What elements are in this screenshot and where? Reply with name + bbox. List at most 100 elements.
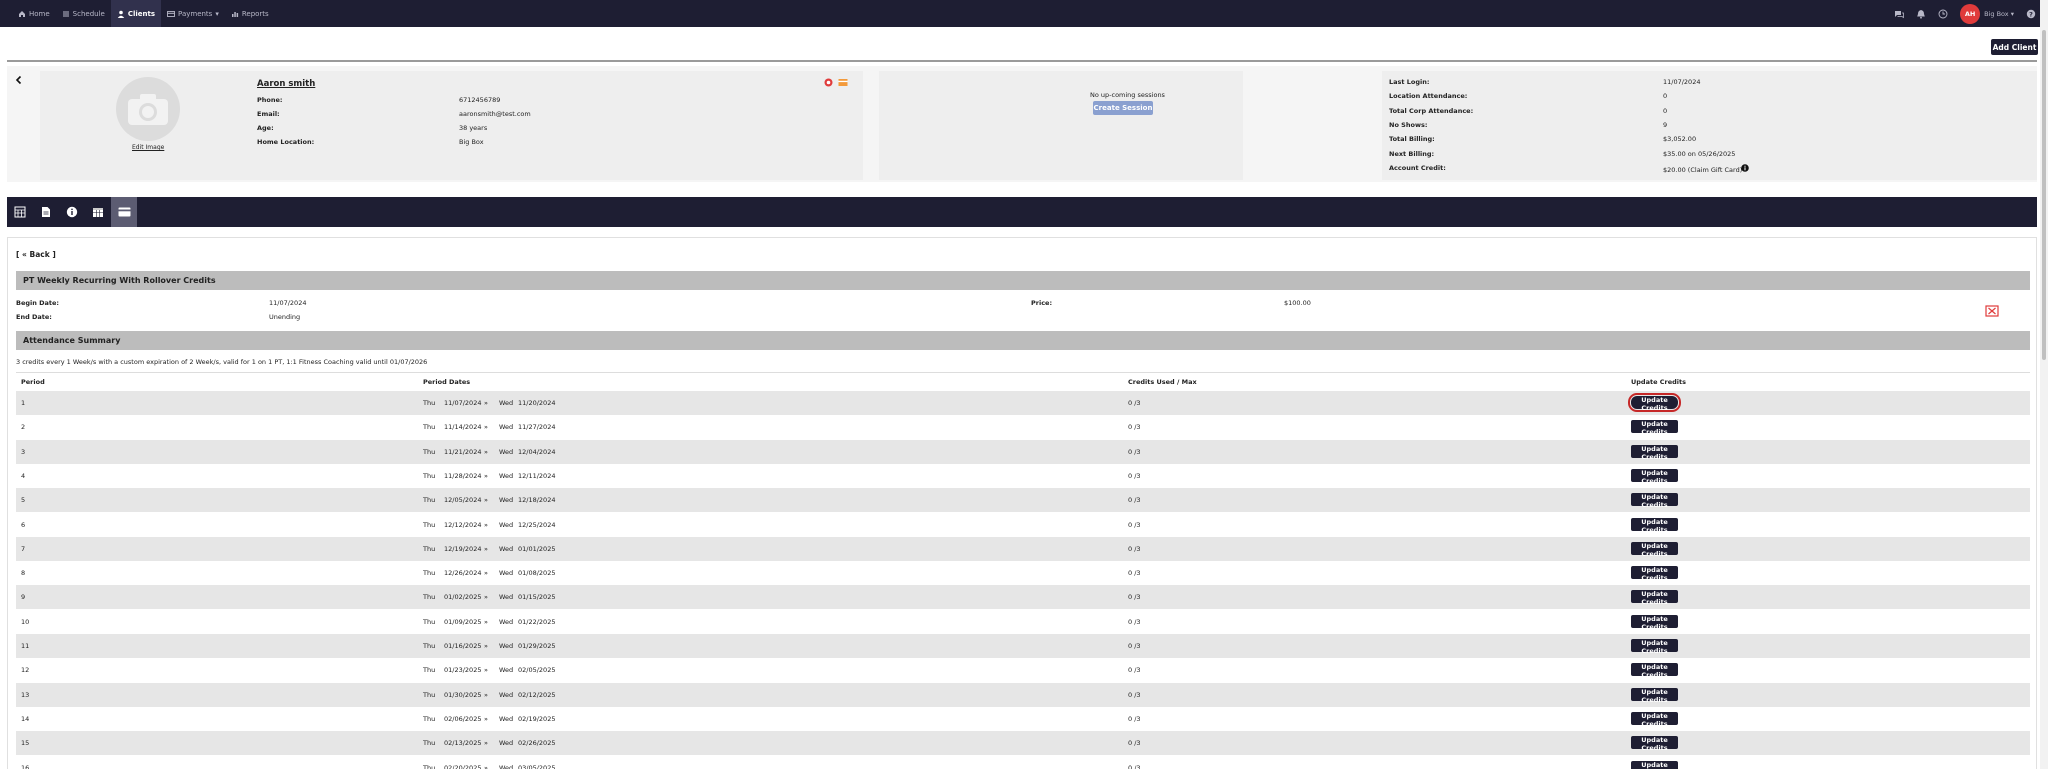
tab-calendar-icon[interactable]	[85, 197, 111, 227]
top-nav: Home Schedule Clients Payments ▾ Reports…	[0, 0, 2048, 27]
tab-table-icon[interactable]	[7, 197, 33, 227]
cell-arrow: »	[484, 399, 488, 407]
client-name[interactable]: Aaron smith	[257, 79, 315, 89]
cell-end-day: Wed	[499, 739, 514, 748]
cell-end-date: 11/20/2024	[518, 399, 556, 407]
cell-end-day: Wed	[499, 714, 514, 723]
cell-credits: 0 /3	[1128, 471, 1141, 480]
update-credits-button[interactable]: Update Credits	[1631, 614, 1678, 631]
edit-image-link[interactable]: Edit Image	[132, 144, 164, 151]
update-credits-button[interactable]: Update Credits	[1631, 711, 1678, 728]
nav-reports[interactable]: Reports	[225, 0, 275, 27]
update-credits-button[interactable]: Update Credits	[1631, 566, 1678, 582]
nav-clients-label: Clients	[127, 9, 156, 18]
cell-start-day: Thu	[423, 496, 436, 505]
update-credits-button[interactable]: Update Credits	[1631, 639, 1678, 655]
alert-icon[interactable]	[824, 78, 833, 87]
update-credits-button[interactable]: Update Credits	[1631, 493, 1678, 509]
cell-credits: 0 /3	[1128, 617, 1141, 626]
tab-document-icon[interactable]	[33, 197, 59, 227]
nav-clients[interactable]: Clients	[110, 0, 162, 27]
add-client-button[interactable]: Add Client	[1991, 39, 2038, 55]
card-icon[interactable]	[838, 78, 848, 87]
update-credits-button[interactable]: Update Credits	[1631, 420, 1678, 436]
update-credits-button[interactable]: Update Credits	[1631, 736, 1678, 752]
update-credits-button[interactable]: Update Credits	[1628, 393, 1681, 412]
update-credits-button[interactable]: Update Credits	[1631, 541, 1678, 558]
nav-home[interactable]: Home	[12, 0, 56, 27]
cell-start-day: Thu	[423, 471, 436, 480]
nav-payments[interactable]: Payments ▾	[161, 0, 225, 27]
cell-start-date: 11/21/2024	[444, 447, 482, 456]
cell-period: 11	[21, 642, 30, 650]
back-chevron-icon[interactable]	[14, 75, 24, 85]
price-label: Price:	[1031, 299, 1053, 307]
cell-period: 5	[21, 496, 26, 505]
cell-end-day: Wed	[499, 447, 514, 456]
location-label: Big Box	[1984, 9, 2009, 18]
tab-info-icon[interactable]	[59, 197, 85, 227]
table-row: 1 Thu 11/07/2024» Wed 11/20/2024 0 /3 Update C…	[16, 391, 2030, 415]
cell-start-date: 11/14/2024	[444, 423, 482, 432]
cell-arrow: »	[484, 447, 488, 456]
divider	[7, 60, 2037, 62]
cell-start-date: 12/12/2024	[444, 520, 482, 529]
cell-arrow: »	[484, 544, 488, 553]
info-icon[interactable]	[1741, 164, 1749, 172]
cell-period: 7	[21, 544, 26, 553]
cell-period: 3	[21, 447, 26, 456]
help-icon[interactable]: ?	[2026, 9, 2036, 19]
scrollbar-thumb[interactable]	[2042, 30, 2046, 360]
camera-icon[interactable]	[116, 77, 180, 141]
update-credits-button[interactable]: Update Credits	[1631, 687, 1678, 704]
clock-icon[interactable]	[1938, 9, 1948, 19]
update-credits-button[interactable]: Update Credits	[1631, 468, 1678, 485]
cell-start-date: 12/19/2024	[444, 544, 482, 553]
cell-arrow: »	[484, 471, 488, 480]
cell-credits: 0 /3	[1128, 714, 1141, 723]
cell-end-date: 12/25/2024	[518, 520, 556, 529]
update-credits-button[interactable]: Update Credits	[1631, 760, 1678, 769]
avatar[interactable]: AH	[1960, 3, 1981, 24]
cell-credits: 0 /3	[1128, 496, 1141, 505]
location-attendance-label: Location Attendance:	[1389, 92, 1468, 100]
bell-icon[interactable]	[1916, 9, 1926, 19]
back-link[interactable]: [ « Back ]	[16, 250, 56, 259]
cell-arrow: »	[484, 666, 488, 675]
cell-end-day: Wed	[499, 617, 514, 626]
location-switcher[interactable]: Big Box ▾	[1984, 10, 2014, 18]
last-login-value: 11/07/2024	[1663, 78, 1701, 86]
cell-start-day: Thu	[423, 544, 436, 553]
corp-attendance-label: Total Corp Attendance:	[1389, 107, 1474, 115]
update-credits-button[interactable]: Update Credits	[1631, 663, 1678, 679]
age-label: Age:	[257, 124, 274, 132]
update-credits-button[interactable]: Update Credits	[1631, 590, 1678, 606]
table-row: 4 Thu 11/28/2024» Wed 12/11/2024 0 /3 Update C…	[16, 464, 2030, 488]
cell-start-day: Thu	[423, 690, 436, 699]
update-credits-button[interactable]: Update Credits	[1631, 444, 1678, 461]
cell-end-date: 01/15/2025	[518, 593, 556, 602]
cell-end-date: 01/08/2025	[518, 569, 556, 578]
chat-icon[interactable]	[1894, 9, 1905, 19]
cancel-membership-icon[interactable]	[1985, 305, 1999, 317]
col-header-period: Period	[21, 378, 45, 386]
nav-home-label: Home	[29, 9, 50, 18]
table-row: 12 Thu 01/23/2025» Wed 02/05/2025 0 /3 Update …	[16, 658, 2030, 682]
cell-end-day: Wed	[499, 423, 514, 432]
cell-start-day: Thu	[423, 642, 436, 650]
update-credits-button[interactable]: Update Credits	[1631, 517, 1678, 534]
age-value: 38 years	[459, 124, 488, 132]
cell-credits: 0 /3	[1128, 399, 1141, 407]
cell-end-date: 01/29/2025	[518, 642, 556, 650]
tab-membership-card-icon[interactable]	[111, 197, 137, 227]
table-row: 5 Thu 12/05/2024» Wed 12/18/2024 0 /3 Update C…	[16, 488, 2030, 513]
col-header-update-credits: Update Credits	[1631, 378, 1686, 386]
cell-start-date: 02/13/2025	[444, 739, 482, 748]
cell-period: 14	[21, 714, 30, 723]
nav-schedule[interactable]: Schedule	[56, 0, 111, 27]
cell-credits: 0 /3	[1128, 569, 1141, 578]
cell-start-day: Thu	[423, 399, 436, 407]
create-session-button[interactable]: Create Session	[1093, 101, 1153, 115]
account-credit-value[interactable]: $20.00 (Claim Gift Card)	[1663, 166, 1742, 174]
cell-start-day: Thu	[423, 593, 436, 602]
